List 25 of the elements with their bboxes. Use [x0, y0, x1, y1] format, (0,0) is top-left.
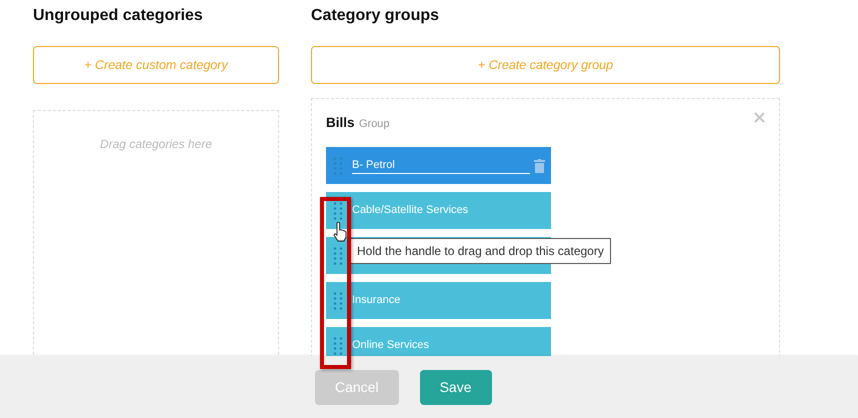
section-heading: Ungrouped categories [33, 6, 204, 26]
hand-cursor-icon [333, 222, 347, 242]
drag-handle-icon[interactable] [333, 156, 343, 176]
category-item[interactable]: Cable/Satellite Services [326, 192, 551, 229]
category-item[interactable]: Insurance [326, 282, 551, 319]
drag-handle-icon[interactable] [333, 200, 343, 220]
group-name: Bills [326, 115, 355, 130]
save-button[interactable]: Save [420, 370, 492, 404]
close-icon[interactable] [754, 112, 765, 123]
section-heading: Category groups [311, 6, 440, 26]
category-name: Insurance [352, 293, 400, 308]
category-item[interactable]: B- Petrol [326, 147, 551, 184]
drop-zone-hint: Drag categories here [100, 137, 212, 151]
create-category-button[interactable]: + Create custom category [33, 46, 279, 84]
trash-icon[interactable] [534, 158, 545, 172]
category-name: Cable/Satellite Services [352, 203, 468, 218]
group-label: Group [358, 118, 390, 130]
create-group-button[interactable]: + Create category group [311, 46, 780, 84]
category-name-field[interactable]: B- Petrol [352, 157, 530, 174]
drag-handle-icon[interactable] [333, 336, 343, 356]
drag-handle-icon[interactable] [333, 290, 343, 310]
tooltip: Hold the handle to drag and drop this category [350, 238, 611, 264]
drag-handle-icon[interactable] [333, 246, 343, 266]
category-name: Online Services [352, 338, 430, 354]
category-item[interactable]: Online Services [326, 327, 551, 356]
